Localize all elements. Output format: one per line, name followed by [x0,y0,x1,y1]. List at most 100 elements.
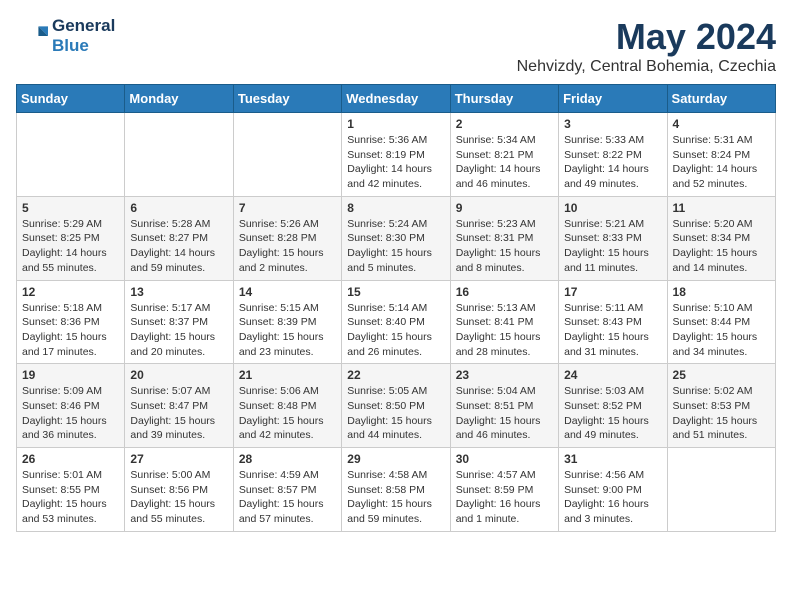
calendar-cell: 26 Sunrise: 5:01 AM Sunset: 8:55 PM Dayli… [17,448,125,532]
day-info: Sunrise: 5:00 AM Sunset: 8:56 PM Dayligh… [130,468,227,527]
calendar-cell: 1 Sunrise: 5:36 AM Sunset: 8:19 PM Daylig… [342,113,450,197]
calendar-cell: 14 Sunrise: 5:15 AM Sunset: 8:39 PM Dayli… [233,280,341,364]
day-info: Sunrise: 5:04 AM Sunset: 8:51 PM Dayligh… [456,384,553,443]
day-header-monday: Monday [125,85,233,113]
day-header-tuesday: Tuesday [233,85,341,113]
calendar-cell: 28 Sunrise: 4:59 AM Sunset: 8:57 PM Dayli… [233,448,341,532]
day-info: Sunrise: 5:14 AM Sunset: 8:40 PM Dayligh… [347,301,444,360]
day-number: 21 [239,368,336,382]
day-number: 1 [347,117,444,131]
page-header: General Blue May 2024 Nehvizdy, Central … [16,16,776,76]
day-number: 3 [564,117,661,131]
calendar-cell: 31 Sunrise: 4:56 AM Sunset: 9:00 PM Dayli… [559,448,667,532]
calendar-cell: 29 Sunrise: 4:58 AM Sunset: 8:58 PM Dayli… [342,448,450,532]
calendar-cell: 12Sunrise: 5:18 AM Sunset: 8:36 PM Dayli… [17,280,125,364]
day-info: Sunrise: 5:03 AM Sunset: 8:52 PM Dayligh… [564,384,661,443]
day-number: 9 [456,201,553,215]
day-info: Sunrise: 5:33 AM Sunset: 8:22 PM Dayligh… [564,133,661,192]
calendar-cell: 24 Sunrise: 5:03 AM Sunset: 8:52 PM Dayli… [559,364,667,448]
day-header-thursday: Thursday [450,85,558,113]
day-info: Sunrise: 5:13 AM Sunset: 8:41 PM Dayligh… [456,301,553,360]
calendar-cell [233,113,341,197]
day-info: Sunrise: 5:09 AM Sunset: 8:46 PM Dayligh… [22,384,119,443]
calendar-cell: 19 Sunrise: 5:09 AM Sunset: 8:46 PM Dayli… [17,364,125,448]
calendar-cell [125,113,233,197]
day-number: 31 [564,452,661,466]
calendar-cell: 22 Sunrise: 5:05 AM Sunset: 8:50 PM Dayli… [342,364,450,448]
day-info: Sunrise: 5:23 AM Sunset: 8:31 PM Dayligh… [456,217,553,276]
day-info: Sunrise: 5:18 AM Sunset: 8:36 PM Dayligh… [22,301,119,360]
day-number: 7 [239,201,336,215]
calendar-cell: 25 Sunrise: 5:02 AM Sunset: 8:53 PM Dayli… [667,364,775,448]
calendar-cell: 17Sunrise: 5:11 AM Sunset: 8:43 PM Dayli… [559,280,667,364]
day-number: 19 [22,368,119,382]
calendar-cell [17,113,125,197]
day-info: Sunrise: 5:36 AM Sunset: 8:19 PM Dayligh… [347,133,444,192]
calendar-cell: 9 Sunrise: 5:23 AM Sunset: 8:31 PM Daylig… [450,196,558,280]
day-number: 23 [456,368,553,382]
calendar-cell: 30 Sunrise: 4:57 AM Sunset: 8:59 PM Dayli… [450,448,558,532]
day-info: Sunrise: 5:17 AM Sunset: 8:37 PM Dayligh… [130,301,227,360]
day-number: 15 [347,285,444,299]
calendar-cell [667,448,775,532]
calendar-cell: 5 Sunrise: 5:29 AM Sunset: 8:25 PM Daylig… [17,196,125,280]
logo: General Blue [16,16,115,56]
day-info: Sunrise: 4:56 AM Sunset: 9:00 PM Dayligh… [564,468,661,527]
day-number: 4 [673,117,770,131]
title-block: May 2024 Nehvizdy, Central Bohemia, Czec… [517,16,776,76]
day-info: Sunrise: 5:15 AM Sunset: 8:39 PM Dayligh… [239,301,336,360]
day-info: Sunrise: 4:57 AM Sunset: 8:59 PM Dayligh… [456,468,553,527]
calendar-cell: 16 Sunrise: 5:13 AM Sunset: 8:41 PM Dayli… [450,280,558,364]
logo-icon [16,20,48,52]
day-number: 28 [239,452,336,466]
day-number: 10 [564,201,661,215]
day-info: Sunrise: 5:28 AM Sunset: 8:27 PM Dayligh… [130,217,227,276]
day-number: 6 [130,201,227,215]
logo-text: General Blue [52,16,115,56]
day-number: 18 [673,285,770,299]
day-number: 30 [456,452,553,466]
calendar-cell: 27 Sunrise: 5:00 AM Sunset: 8:56 PM Dayli… [125,448,233,532]
calendar-cell: 8Sunrise: 5:24 AM Sunset: 8:30 PM Daylig… [342,196,450,280]
day-info: Sunrise: 5:21 AM Sunset: 8:33 PM Dayligh… [564,217,661,276]
calendar-cell: 21Sunrise: 5:06 AM Sunset: 8:48 PM Dayli… [233,364,341,448]
day-number: 26 [22,452,119,466]
calendar-header-row: SundayMondayTuesdayWednesdayThursdayFrid… [17,85,776,113]
calendar-week-5: 26 Sunrise: 5:01 AM Sunset: 8:55 PM Dayli… [17,448,776,532]
calendar-cell: 3 Sunrise: 5:33 AM Sunset: 8:22 PM Daylig… [559,113,667,197]
day-info: Sunrise: 4:59 AM Sunset: 8:57 PM Dayligh… [239,468,336,527]
month-title: May 2024 [517,16,776,58]
day-number: 22 [347,368,444,382]
calendar-cell: 10 Sunrise: 5:21 AM Sunset: 8:33 PM Dayli… [559,196,667,280]
day-info: Sunrise: 5:02 AM Sunset: 8:53 PM Dayligh… [673,384,770,443]
day-header-sunday: Sunday [17,85,125,113]
day-info: Sunrise: 5:34 AM Sunset: 8:21 PM Dayligh… [456,133,553,192]
calendar-cell: 4Sunrise: 5:31 AM Sunset: 8:24 PM Daylig… [667,113,775,197]
calendar-table: SundayMondayTuesdayWednesdayThursdayFrid… [16,84,776,532]
day-number: 14 [239,285,336,299]
calendar-cell: 6 Sunrise: 5:28 AM Sunset: 8:27 PM Daylig… [125,196,233,280]
day-number: 27 [130,452,227,466]
calendar-week-4: 19 Sunrise: 5:09 AM Sunset: 8:46 PM Dayli… [17,364,776,448]
calendar-cell: 15 Sunrise: 5:14 AM Sunset: 8:40 PM Dayli… [342,280,450,364]
day-info: Sunrise: 5:10 AM Sunset: 8:44 PM Dayligh… [673,301,770,360]
day-info: Sunrise: 5:05 AM Sunset: 8:50 PM Dayligh… [347,384,444,443]
day-info: Sunrise: 5:01 AM Sunset: 8:55 PM Dayligh… [22,468,119,527]
day-header-friday: Friday [559,85,667,113]
day-number: 5 [22,201,119,215]
day-info: Sunrise: 5:11 AM Sunset: 8:43 PM Dayligh… [564,301,661,360]
day-number: 25 [673,368,770,382]
day-info: Sunrise: 4:58 AM Sunset: 8:58 PM Dayligh… [347,468,444,527]
day-number: 2 [456,117,553,131]
day-number: 16 [456,285,553,299]
calendar-week-1: 1 Sunrise: 5:36 AM Sunset: 8:19 PM Daylig… [17,113,776,197]
day-info: Sunrise: 5:29 AM Sunset: 8:25 PM Dayligh… [22,217,119,276]
calendar-cell: 11Sunrise: 5:20 AM Sunset: 8:34 PM Dayli… [667,196,775,280]
day-info: Sunrise: 5:24 AM Sunset: 8:30 PM Dayligh… [347,217,444,276]
day-number: 24 [564,368,661,382]
calendar-cell: 7Sunrise: 5:26 AM Sunset: 8:28 PM Daylig… [233,196,341,280]
day-number: 29 [347,452,444,466]
day-header-saturday: Saturday [667,85,775,113]
calendar-week-2: 5 Sunrise: 5:29 AM Sunset: 8:25 PM Daylig… [17,196,776,280]
calendar-cell: 13Sunrise: 5:17 AM Sunset: 8:37 PM Dayli… [125,280,233,364]
